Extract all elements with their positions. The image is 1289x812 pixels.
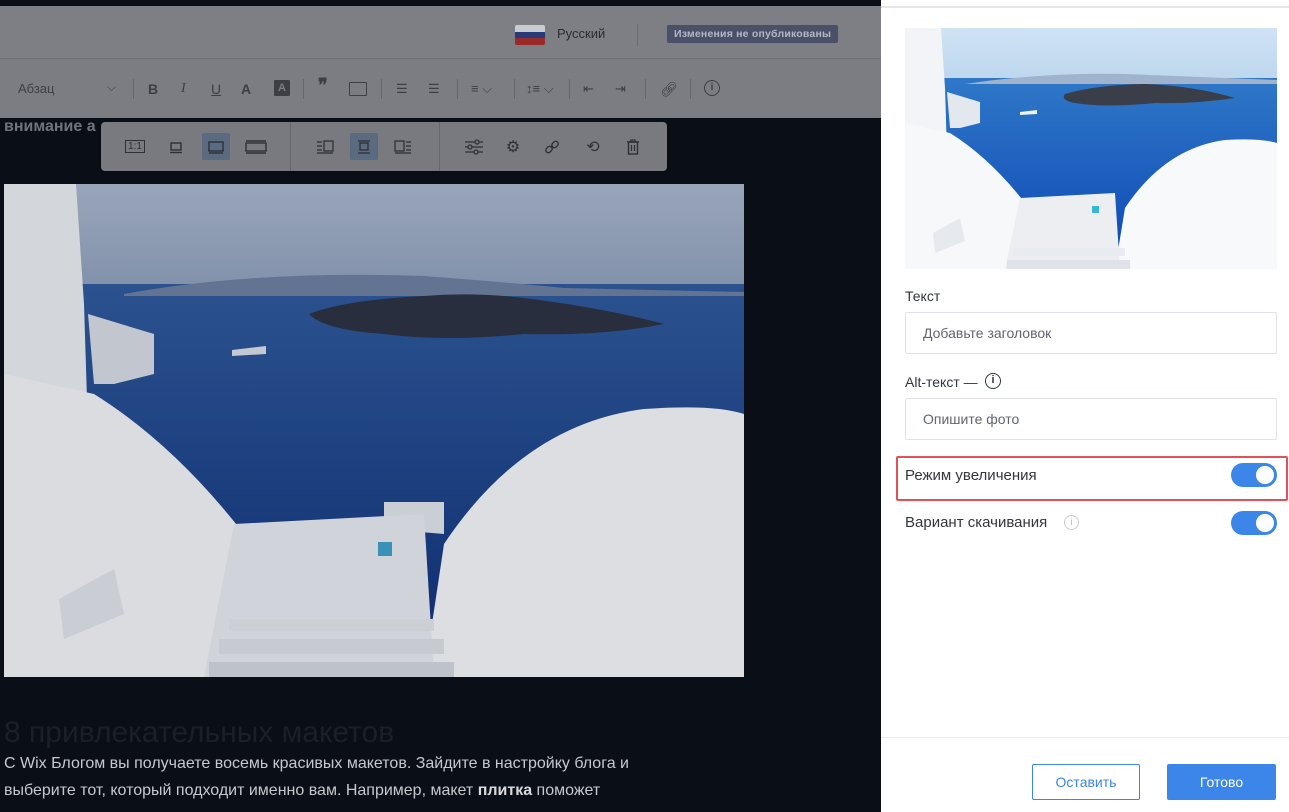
editor-area: Русский Изменения не опубликованы Абзац … (0, 0, 881, 812)
bold-icon[interactable]: B (148, 81, 158, 97)
replace-icon[interactable]: ⟲ (579, 133, 607, 160)
text-span: выберите тот, который подходит именно ва… (4, 782, 478, 799)
download-option-label: Вариант скачивания (905, 514, 1048, 531)
divider (881, 737, 1289, 738)
unpublished-badge: Изменения не опубликованы (667, 25, 839, 43)
format-toolbar: Абзац ⌵ B I U A A ❞ ☰ ☰ ≡ ⌵ ↕≡ ⌵ ⇤ ⇥ 🔗︎ … (0, 58, 881, 118)
title-input[interactable] (905, 312, 1277, 354)
adjust-icon[interactable] (460, 133, 488, 160)
align-icon[interactable]: ≡ ⌵ (471, 81, 492, 97)
info-icon[interactable]: i (1064, 515, 1079, 530)
article-text-fragment: внимание а (4, 118, 96, 135)
divider (290, 122, 291, 171)
image-preview (905, 28, 1277, 269)
cancel-button[interactable]: Оставить (1032, 764, 1140, 800)
text-label: Текст (905, 288, 941, 304)
article-paragraph-line: С Wix Блогом вы получаете восемь красивы… (4, 755, 629, 772)
info-icon[interactable]: i (985, 373, 1001, 389)
alt-text-input[interactable] (905, 398, 1277, 440)
text-span: поможет (532, 782, 601, 799)
article-image[interactable] (4, 184, 744, 677)
align-center-icon[interactable] (350, 133, 378, 160)
quote-icon[interactable]: ❞ (318, 76, 328, 94)
divider (690, 79, 691, 99)
divider (133, 79, 134, 99)
alt-text-label: Alt-текст — (905, 374, 978, 390)
divider (303, 79, 304, 99)
divider (569, 79, 570, 99)
divider (637, 24, 638, 46)
article-heading: 8 привлекательных макетов (4, 716, 395, 749)
zoom-mode-toggle[interactable] (1231, 463, 1277, 487)
divider (514, 79, 515, 99)
editor-top-bar: Русский Изменения не опубликованы (0, 6, 881, 58)
russia-flag-icon[interactable] (515, 25, 545, 45)
image-toolbar: 1:1 ⚙︎ ⟲ (101, 122, 667, 171)
info-icon[interactable]: i (704, 80, 720, 96)
text-color-icon[interactable]: A (241, 81, 251, 97)
original-size-icon[interactable]: 1:1 (121, 133, 149, 160)
align-right-icon[interactable] (389, 133, 417, 160)
done-button[interactable]: Готово (1167, 764, 1276, 800)
divider (381, 79, 382, 99)
link-icon[interactable]: 🔗︎ (660, 81, 678, 97)
divider (457, 79, 458, 99)
code-block-icon[interactable] (349, 82, 367, 96)
settings-icon[interactable]: ⚙︎ (499, 133, 527, 160)
link-icon[interactable] (538, 133, 566, 160)
bulleted-list-icon[interactable]: ☰ (428, 81, 440, 97)
underline-icon[interactable]: U (211, 81, 221, 97)
delete-icon[interactable] (619, 133, 647, 160)
divider (439, 122, 440, 171)
image-settings-panel: Текст Alt-текст — i Режим увеличения Вар… (881, 0, 1289, 812)
article-paragraph-line: выберите тот, который подходит именно ва… (4, 782, 600, 800)
bold-text-span: плитка (477, 782, 533, 799)
small-size-icon[interactable] (162, 133, 190, 160)
line-spacing-icon[interactable]: ↕≡ ⌵ (526, 81, 554, 97)
chevron-down-icon[interactable]: ⌵ (107, 79, 116, 95)
language-selector[interactable]: Русский (557, 26, 605, 41)
increase-indent-icon[interactable]: ⇥ (615, 81, 626, 97)
toggle-knob (1256, 514, 1274, 532)
numbered-list-icon[interactable]: ☰ (396, 81, 408, 97)
align-left-icon[interactable] (311, 133, 339, 160)
full-width-icon[interactable] (242, 133, 270, 160)
paragraph-style-select[interactable]: Абзац (18, 81, 54, 97)
best-fit-icon[interactable] (202, 133, 230, 160)
decrease-indent-icon[interactable]: ⇤ (583, 81, 594, 97)
toggle-knob (1256, 466, 1274, 484)
highlight-icon[interactable]: A (274, 80, 290, 96)
divider (881, 6, 1289, 8)
download-option-toggle[interactable] (1231, 511, 1277, 535)
divider (645, 79, 646, 99)
italic-icon[interactable]: I (181, 81, 186, 97)
zoom-mode-label: Режим увеличения (905, 467, 1037, 484)
original-size-label: 1:1 (125, 140, 145, 153)
